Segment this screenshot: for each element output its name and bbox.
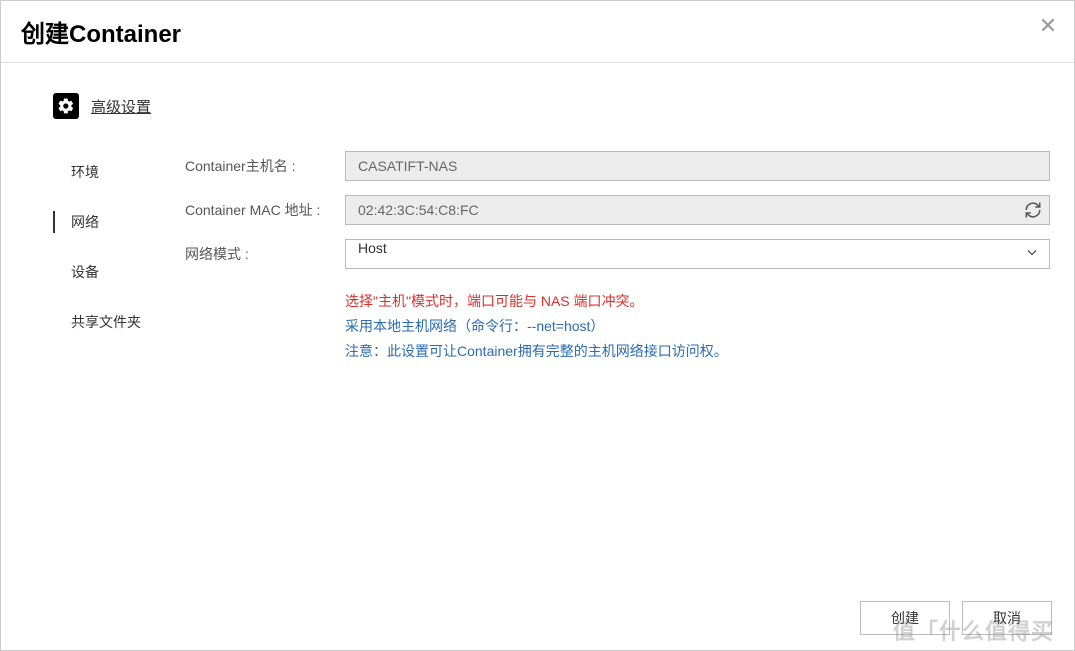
content-row: 环境 网络 设备 共享文件夹 Container主机名 :: [53, 147, 1050, 365]
refresh-icon[interactable]: [1024, 201, 1042, 219]
dialog-title: 创建Container: [21, 14, 181, 49]
row-mac: Container MAC 地址 :: [185, 195, 1050, 225]
hostname-label: Container主机名 :: [185, 156, 345, 176]
info-block: 选择"主机"模式时，端口可能与 NAS 端口冲突。 采用本地主机网络（命令行：-…: [345, 289, 1050, 365]
sidebar-item-network[interactable]: 网络: [53, 197, 185, 247]
sidebar: 环境 网络 设备 共享文件夹: [53, 147, 185, 365]
sidebar-item-device[interactable]: 设备: [53, 247, 185, 297]
create-container-dialog: 创建Container ✕ 高级设置 环境 网络: [0, 0, 1075, 651]
sidebar-item-label: 共享文件夹: [71, 312, 141, 332]
hostname-input[interactable]: [345, 151, 1050, 181]
titlebar: 创建Container ✕: [1, 1, 1074, 63]
mac-label: Container MAC 地址 :: [185, 200, 345, 220]
footer: 创建 取消: [1, 585, 1074, 650]
select-value: Host: [358, 240, 387, 256]
form-area: Container主机名 : Container MAC 地址 :: [185, 147, 1050, 365]
section-title[interactable]: 高级设置: [91, 96, 151, 117]
warning-text: 选择"主机"模式时，端口可能与 NAS 端口冲突。: [345, 289, 1050, 314]
close-icon[interactable]: ✕: [1037, 15, 1059, 37]
info-line-1: 采用本地主机网络（命令行：--net=host）: [345, 314, 1050, 339]
gear-icon: [53, 93, 79, 119]
info-line-2: 注意：此设置可让Container拥有完整的主机网络接口访问权。: [345, 339, 1050, 364]
network-mode-select[interactable]: Host: [345, 239, 1050, 269]
scroll-area[interactable]: 高级设置 环境 网络 设备 共享文件夹: [1, 63, 1074, 585]
mac-input[interactable]: [345, 195, 1050, 225]
sidebar-item-environment[interactable]: 环境: [53, 147, 185, 197]
sidebar-item-label: 设备: [71, 262, 99, 282]
section-header: 高级设置: [53, 93, 1050, 119]
sidebar-item-shared-folder[interactable]: 共享文件夹: [53, 297, 185, 347]
row-hostname: Container主机名 :: [185, 151, 1050, 181]
cancel-button[interactable]: 取消: [962, 601, 1052, 635]
row-mode: 网络模式 : Host: [185, 239, 1050, 269]
dialog-body: 高级设置 环境 网络 设备 共享文件夹: [1, 63, 1074, 650]
sidebar-item-label: 环境: [71, 162, 99, 182]
sidebar-item-label: 网络: [71, 212, 99, 232]
mode-label: 网络模式 :: [185, 244, 345, 264]
create-button[interactable]: 创建: [860, 601, 950, 635]
